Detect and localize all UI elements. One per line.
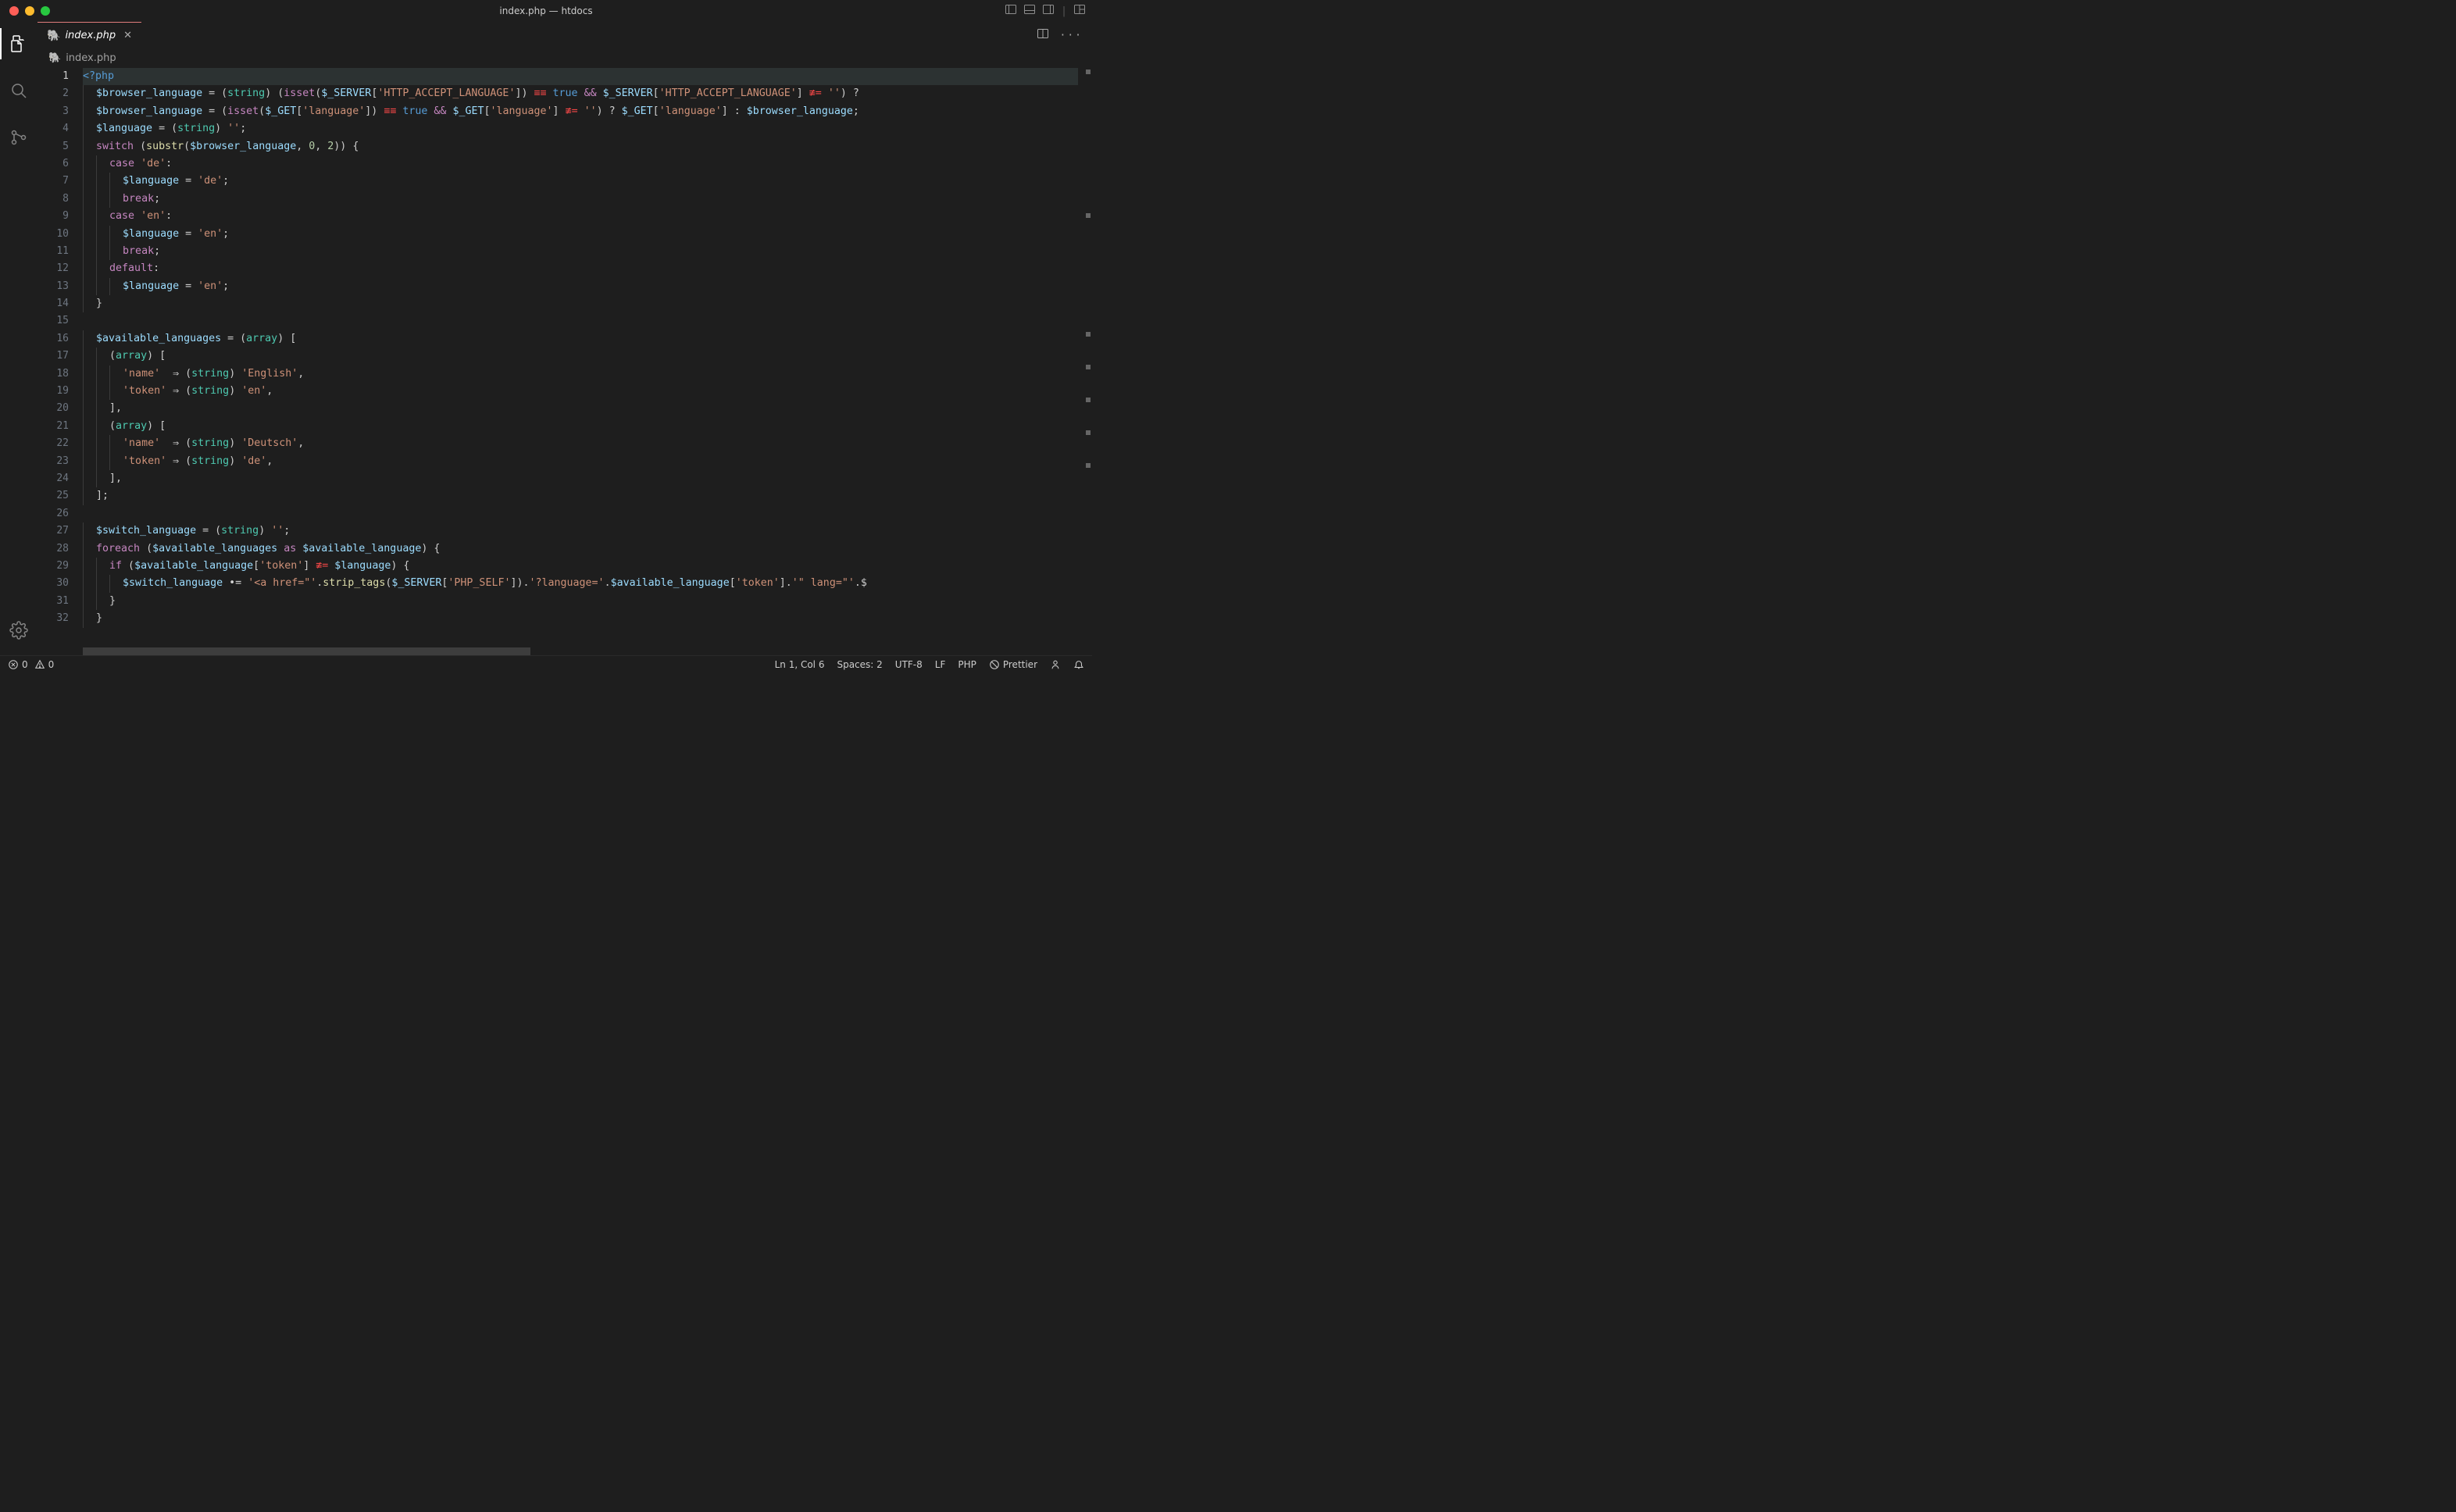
more-actions-icon[interactable]: ··· [1060, 30, 1083, 41]
activity-bar [0, 22, 37, 655]
warning-count: 0 [48, 659, 55, 670]
window-title: index.php — htdocs [499, 5, 592, 16]
toggle-primary-sidebar-icon[interactable] [1005, 3, 1017, 19]
toggle-panel-icon[interactable] [1023, 3, 1036, 19]
breadcrumb-text: index.php [66, 52, 116, 64]
settings-gear-icon[interactable] [0, 615, 37, 646]
traffic-lights [0, 6, 50, 16]
eol[interactable]: LF [935, 659, 946, 670]
search-icon[interactable] [0, 75, 37, 106]
source-control-icon[interactable] [0, 122, 37, 153]
tab-actions: ··· [1027, 22, 1092, 48]
problems-warnings[interactable]: 0 [34, 659, 55, 670]
prettier-status[interactable]: Prettier [989, 659, 1037, 670]
layout-controls: | [1005, 3, 1086, 19]
line-number-gutter: 1234567891011121314151617181920212223242… [37, 66, 83, 655]
split-editor-icon[interactable] [1037, 27, 1049, 43]
tabs-row: 🐘 index.php ✕ ··· [37, 22, 1092, 49]
maximize-window-button[interactable] [41, 6, 50, 16]
tabs-spacer [141, 22, 1027, 48]
indentation[interactable]: Spaces: 2 [837, 659, 882, 670]
code-area: 1234567891011121314151617181920212223242… [37, 66, 1092, 655]
explorer-icon[interactable] [0, 28, 37, 59]
horizontal-scrollbar[interactable] [83, 647, 1078, 655]
breadcrumb[interactable]: 🐘 index.php [37, 49, 1092, 66]
notifications-bell-icon[interactable] [1073, 659, 1084, 670]
minimap[interactable] [1078, 66, 1092, 655]
minimize-window-button[interactable] [25, 6, 34, 16]
error-count: 0 [22, 659, 28, 670]
feedback-icon[interactable] [1050, 659, 1061, 670]
close-window-button[interactable] [9, 6, 19, 16]
encoding[interactable]: UTF-8 [895, 659, 923, 670]
close-tab-icon[interactable]: ✕ [123, 30, 132, 41]
customize-layout-icon[interactable] [1073, 3, 1086, 19]
problems-errors[interactable]: 0 [8, 659, 28, 670]
language-mode[interactable]: PHP [958, 659, 976, 670]
tab-label: index.php [65, 30, 116, 41]
php-file-icon: 🐘 [47, 30, 60, 42]
horizontal-scrollbar-thumb[interactable] [83, 647, 530, 655]
code-content[interactable]: <?php $browser_language = (string) (isse… [83, 66, 1078, 655]
title-bar: index.php — htdocs | [0, 0, 1092, 22]
php-file-icon: 🐘 [48, 52, 61, 64]
toggle-secondary-sidebar-icon[interactable] [1042, 3, 1055, 19]
tab-index-php[interactable]: 🐘 index.php ✕ [37, 22, 141, 48]
cursor-position[interactable]: Ln 1, Col 6 [775, 659, 825, 670]
status-bar: 0 0 Ln 1, Col 6 Spaces: 2 UTF-8 LF PHP P… [0, 655, 1092, 672]
editor-area: 🐘 index.php ✕ ··· 🐘 index.php 1234567891… [37, 22, 1092, 655]
